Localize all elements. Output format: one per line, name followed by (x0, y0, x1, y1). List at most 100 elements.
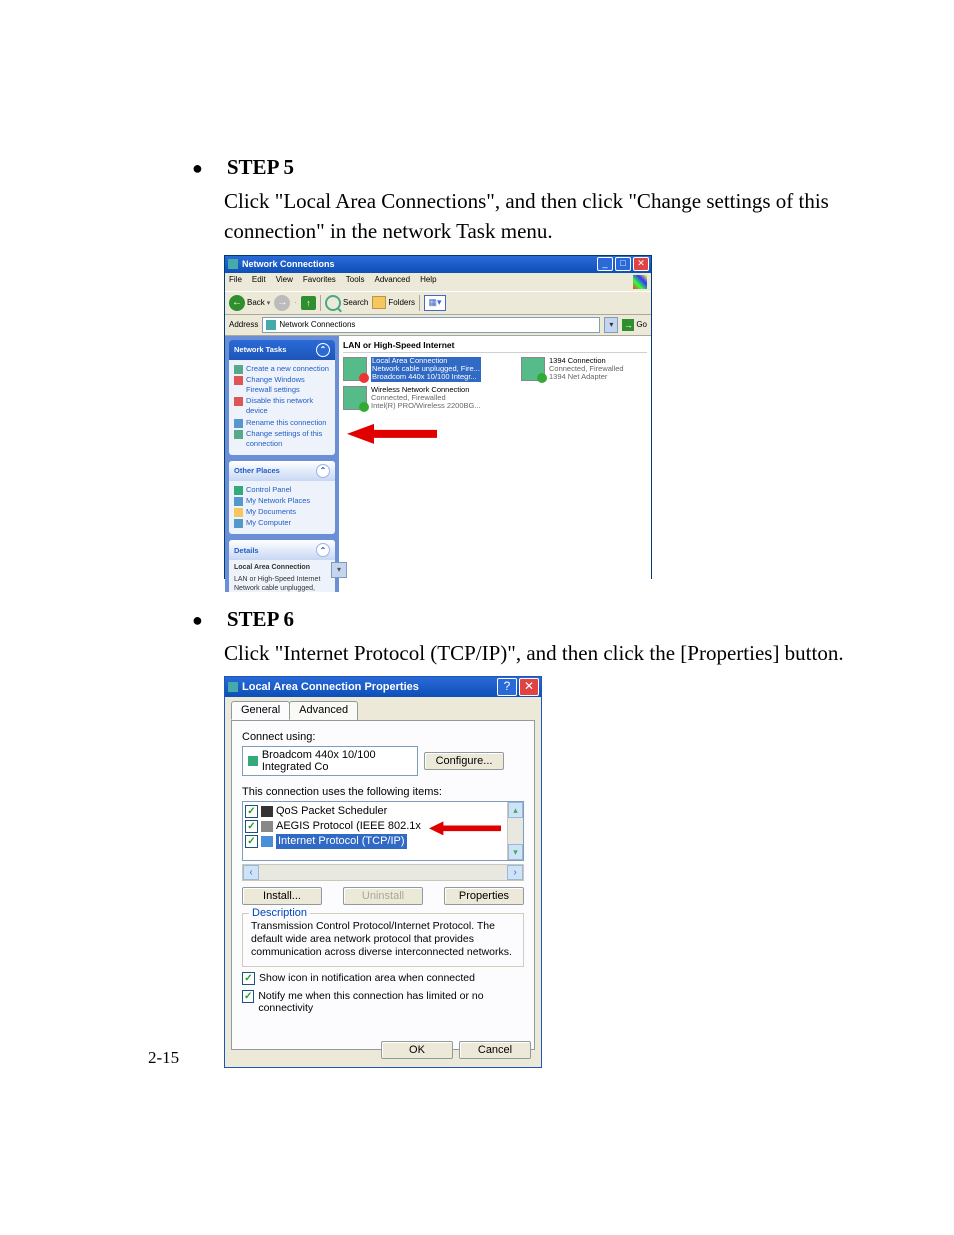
wireless-icon (343, 386, 367, 410)
network-tasks-header[interactable]: Network Tasks⌃ (229, 340, 335, 360)
1394-connection-item[interactable]: 1394 Connection Connected, Firewalled 13… (521, 357, 624, 382)
menu-advanced[interactable]: Advanced (374, 275, 410, 289)
menubar: File Edit View Favorites Tools Advanced … (225, 273, 651, 291)
checkbox-icon[interactable]: ✓ (245, 820, 258, 833)
search-button[interactable]: Search (325, 295, 368, 311)
horizontal-scrollbar[interactable]: ‹› (242, 864, 524, 881)
qos-icon (261, 806, 273, 817)
window-title: Network Connections (242, 259, 597, 269)
minimize-button[interactable]: _ (597, 257, 613, 271)
step6-heading-row: ● STEP 6 (180, 607, 880, 632)
conn-device: Intel(R) PRO/Wireless 2200BG... (371, 402, 481, 410)
dialog-title: Local Area Connection Properties (242, 681, 497, 693)
maximize-button[interactable]: □ (615, 257, 631, 271)
menu-file[interactable]: File (229, 275, 242, 289)
menu-help[interactable]: Help (420, 275, 436, 289)
task-create-connection[interactable]: Create a new connection (234, 364, 330, 374)
properties-button[interactable]: Properties (444, 887, 524, 905)
up-button[interactable]: ↑ (301, 296, 316, 310)
folders-button[interactable]: Folders (372, 296, 415, 309)
checkbox-icon[interactable]: ✓ (242, 990, 254, 1003)
tcpip-icon (261, 836, 273, 847)
tab-advanced[interactable]: Advanced (289, 701, 358, 720)
folders-icon (372, 296, 386, 309)
list-item-tcpip[interactable]: ✓Internet Protocol (TCP/IP) (245, 834, 521, 849)
menu-tools[interactable]: Tools (346, 275, 365, 289)
step6-body: Click "Internet Protocol (TCP/IP)", and … (224, 638, 880, 668)
close-button[interactable]: ✕ (519, 678, 539, 696)
show-icon-checkbox[interactable]: ✓Show icon in notification area when con… (242, 972, 524, 985)
wireless-connection-item[interactable]: Wireless Network Connection Connected, F… (343, 386, 647, 411)
notify-checkbox[interactable]: ✓Notify me when this connection has limi… (242, 990, 524, 1014)
adapter-field[interactable]: Broadcom 440x 10/100 Integrated Co (242, 746, 418, 776)
network-connections-screenshot: Network Connections _ □ ✕ File Edit View… (224, 255, 652, 579)
address-label: Address (229, 320, 258, 329)
description-text: Transmission Control Protocol/Internet P… (251, 920, 515, 958)
network-icon (343, 357, 367, 381)
address-bar: Address Network Connections ▾ →Go (225, 315, 651, 336)
place-my-computer[interactable]: My Computer (234, 518, 330, 528)
back-button[interactable]: ←Back▾ (229, 295, 270, 311)
step5-title: STEP 5 (227, 155, 294, 180)
aegis-icon (261, 821, 273, 832)
bullet-icon: ● (192, 158, 203, 179)
toolbar: ←Back▾ → · ↑ Search Folders ▦▾ (225, 291, 651, 315)
checkbox-icon[interactable]: ✓ (245, 805, 258, 818)
task-change-settings[interactable]: Change settings of this connection (234, 429, 330, 449)
search-icon (325, 295, 341, 311)
connections-area: LAN or High-Speed Internet Local Area Co… (339, 336, 651, 592)
description-fieldset: Description Transmission Control Protoco… (242, 913, 524, 967)
task-rename-connection[interactable]: Rename this connection (234, 418, 330, 428)
place-control-panel[interactable]: Control Panel (234, 485, 330, 495)
details-status: Network cable unplugged, Firewalled (234, 584, 330, 592)
category-header: LAN or High-Speed Internet (343, 340, 647, 353)
description-legend: Description (249, 907, 310, 919)
cancel-button[interactable]: Cancel (459, 1041, 531, 1059)
window-titlebar: Network Connections _ □ ✕ (225, 256, 651, 273)
tab-bar: General Advanced (231, 701, 541, 720)
conn-device: 1394 Net Adapter (549, 373, 624, 381)
place-my-documents[interactable]: My Documents (234, 507, 330, 517)
scroll-down-icon[interactable]: ▾ (508, 844, 523, 860)
help-button[interactable]: ? (497, 678, 517, 696)
menu-edit[interactable]: Edit (252, 275, 266, 289)
views-button[interactable]: ▦▾ (424, 295, 446, 311)
close-button[interactable]: ✕ (633, 257, 649, 271)
step5-heading-row: ● STEP 5 (180, 155, 880, 180)
step5-body: Click "Local Area Connections", and then… (224, 186, 880, 247)
list-item-qos[interactable]: ✓QoS Packet Scheduler (245, 804, 521, 819)
place-network-places[interactable]: My Network Places (234, 496, 330, 506)
address-input[interactable]: Network Connections (262, 317, 600, 333)
ok-button[interactable]: OK (381, 1041, 453, 1059)
network-icon (521, 357, 545, 381)
vertical-scrollbar[interactable]: ▴▾ (507, 802, 523, 860)
address-dropdown-icon[interactable]: ▾ (604, 317, 618, 333)
scroll-left-icon[interactable]: ‹ (243, 865, 259, 880)
checkbox-icon[interactable]: ✓ (245, 835, 258, 848)
details-name: Local Area Connection (234, 563, 330, 572)
local-area-connection-item[interactable]: Local Area Connection Network cable unpl… (343, 357, 481, 382)
task-disable-device[interactable]: Disable this network device (234, 396, 330, 416)
dialog-titlebar: Local Area Connection Properties ? ✕ (225, 677, 541, 697)
collapse-icon: ⌃ (316, 464, 330, 478)
scroll-down-icon[interactable]: ▾ (331, 562, 347, 578)
task-firewall-settings[interactable]: Change Windows Firewall settings (234, 375, 330, 395)
scroll-up-icon[interactable]: ▴ (508, 802, 523, 818)
menu-view[interactable]: View (276, 275, 293, 289)
configure-button[interactable]: Configure... (424, 752, 504, 770)
checkbox-icon[interactable]: ✓ (242, 972, 255, 985)
install-button[interactable]: Install... (242, 887, 322, 905)
go-button[interactable]: →Go (622, 319, 647, 331)
forward-button[interactable]: → (274, 295, 290, 311)
general-panel: Connect using: Broadcom 440x 10/100 Inte… (231, 720, 535, 1050)
page-content: ● STEP 5 Click "Local Area Connections",… (180, 155, 880, 1068)
dialog-icon (228, 682, 238, 692)
windows-logo-icon (633, 275, 647, 289)
items-listbox[interactable]: ✓QoS Packet Scheduler ✓AEGIS Protocol (I… (242, 801, 524, 861)
tab-general[interactable]: General (231, 701, 290, 720)
scroll-right-icon[interactable]: › (507, 865, 523, 880)
uninstall-button: Uninstall (343, 887, 423, 905)
details-header[interactable]: Details⌃ (229, 540, 335, 560)
other-places-header[interactable]: Other Places⌃ (229, 461, 335, 481)
menu-favorites[interactable]: Favorites (303, 275, 336, 289)
